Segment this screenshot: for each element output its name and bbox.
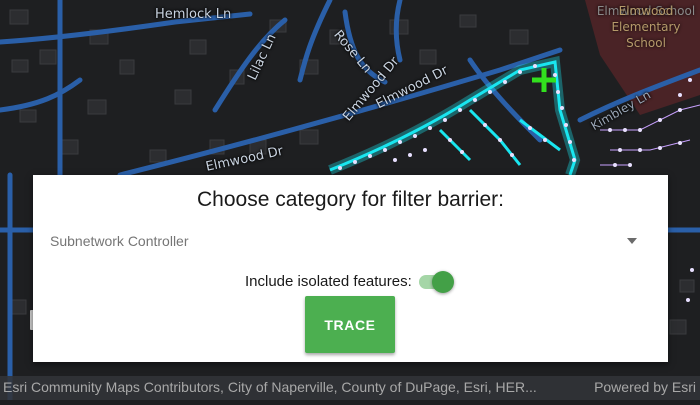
toggle-thumb[interactable] [432, 271, 454, 293]
powered-by-esri[interactable]: Powered by Esri [594, 379, 696, 395]
category-selected-value: Subnetwork Controller [50, 233, 189, 249]
filter-barrier-dialog: Choose category for filter barrier: Subn… [33, 175, 668, 362]
include-isolated-label: Include isolated features: [245, 273, 412, 290]
attribution-bar: Esri Community Maps Contributors, City o… [0, 376, 700, 400]
school-label: Elmwood School Elmwood Elementary School [594, 3, 698, 51]
street-label-hemlock: Hemlock Ln [155, 7, 232, 22]
school-label-line4: School [626, 36, 666, 50]
school-label-line3: Elementary [611, 20, 681, 34]
trace-button[interactable]: TRACE [305, 296, 395, 353]
dialog-title: Choose category for filter barrier: [197, 188, 504, 211]
include-isolated-row: Include isolated features: [33, 270, 668, 294]
attribution-text[interactable]: Esri Community Maps Contributors, City o… [3, 379, 537, 395]
chevron-down-icon[interactable] [627, 238, 637, 244]
include-isolated-toggle[interactable] [419, 270, 454, 294]
category-dropdown[interactable]: Subnetwork Controller [50, 229, 637, 255]
